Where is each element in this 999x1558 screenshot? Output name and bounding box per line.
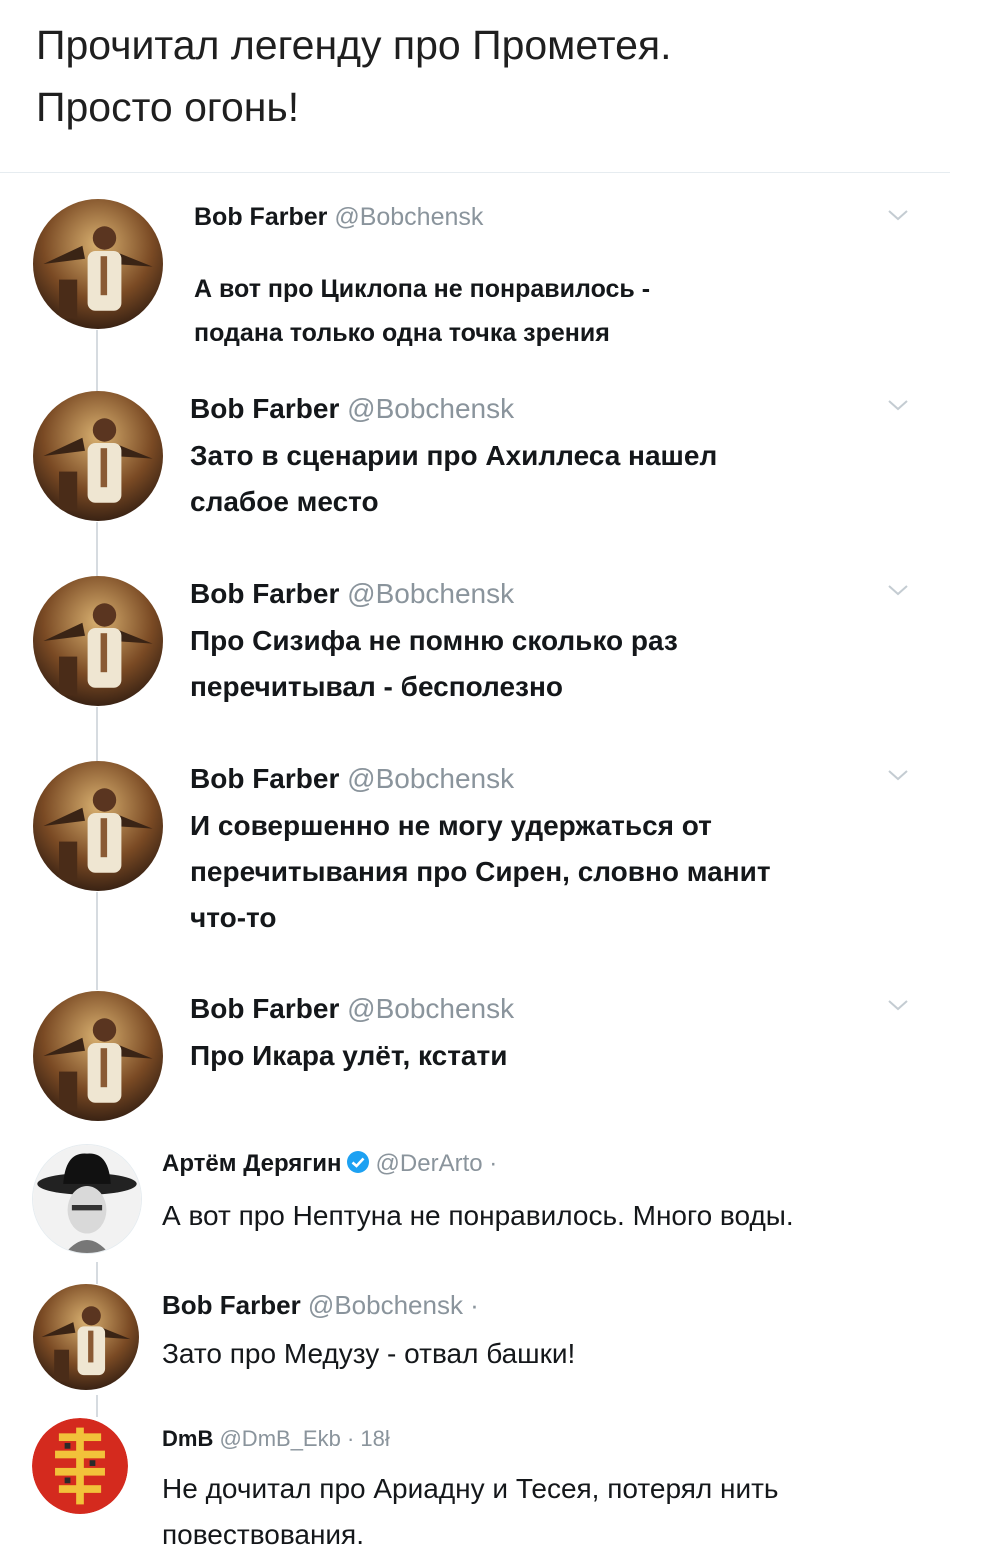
reply-text: Зато в сценарии про Ахиллеса нашел слабо… (190, 433, 717, 525)
chevron-down-icon[interactable] (887, 999, 909, 1011)
reply-text-line: повествования. (162, 1519, 365, 1550)
author-name[interactable]: Артём Дерягин (162, 1150, 342, 1177)
avatar-cowboy-icon[interactable] (32, 1144, 142, 1254)
chevron-down-icon[interactable] (887, 584, 909, 596)
reply-text-line: И совершенно не могу удержаться от (190, 810, 712, 841)
reply-text: Про Икара улёт, кстати (190, 1033, 507, 1079)
avatar-photo-icon[interactable] (33, 991, 163, 1121)
chevron-down-icon[interactable] (887, 209, 909, 221)
avatar-photo-icon[interactable] (33, 391, 163, 521)
reply-text-line: А вот про Циклопа не понравилось - (194, 275, 651, 303)
chevron-down-icon[interactable] (887, 399, 909, 411)
author-handle[interactable]: @DerArto · (376, 1150, 498, 1177)
reply-text-line: подана только одна точка зрения (194, 319, 610, 347)
avatar-photo-icon[interactable] (33, 199, 163, 329)
reply-text-line: А вот про Нептуна не понравилось. Много … (162, 1200, 794, 1231)
verified-badge-icon (346, 1151, 369, 1173)
reply-text: Не дочитал про Ариадну и Тесея, потерял … (162, 1466, 779, 1558)
reply-text: И совершенно не могу удержаться от переч… (190, 803, 771, 941)
chevron-down-icon[interactable] (887, 769, 909, 781)
thread-line (96, 1395, 98, 1417)
reply-text-line: Не дочитал про Ариадну и Тесея, потерял … (162, 1473, 779, 1504)
author-name[interactable]: DmB (162, 1426, 213, 1451)
author-name[interactable]: Bob Farber (190, 993, 339, 1024)
reply-text: Зато про Медузу - отвал башки! (162, 1332, 575, 1376)
author-name[interactable]: Bob Farber (190, 393, 339, 424)
reply-text: А вот про Циклопа не понравилось - подан… (194, 267, 650, 355)
author-name[interactable]: Bob Farber (190, 578, 339, 609)
author-handle[interactable]: @Bobchensk (347, 763, 514, 794)
thread-line (96, 892, 98, 990)
author-handle[interactable]: @Bobchensk (334, 203, 483, 231)
main-tweet-line-2: Просто огонь! (36, 84, 300, 130)
reply-text-line: слабое место (190, 486, 379, 517)
thread-line (96, 1262, 98, 1284)
author-handle[interactable]: @Bobchensk · (308, 1290, 479, 1320)
reply-text: А вот про Нептуна не понравилось. Много … (162, 1194, 794, 1238)
reply-text-line: что-то (190, 902, 277, 933)
reply-text-line: перечитывал - бесполезно (190, 671, 563, 702)
divider (0, 172, 950, 173)
avatar-photo-icon[interactable] (33, 761, 163, 891)
author-handle[interactable]: @DmB_Ekb · 18ł (219, 1426, 389, 1451)
reply-text-line: Зато в сценарии про Ахиллеса нашел (190, 440, 718, 471)
author-name[interactable]: Bob Farber (162, 1290, 301, 1320)
author-handle[interactable]: @Bobchensk (347, 993, 514, 1024)
avatar-photo-icon[interactable] (33, 576, 163, 706)
author-handle[interactable]: @Bobchensk (347, 393, 514, 424)
thread-line (96, 707, 98, 764)
reply-text-line: Про Сизифа не помню сколько раз (190, 625, 678, 656)
thread-line (96, 522, 98, 580)
author-handle[interactable]: @Bobchensk (347, 578, 514, 609)
reply-text-line: Зато про Медузу - отвал башки! (162, 1338, 576, 1369)
reply-text-line: Про Икара улёт, кстати (190, 1040, 508, 1071)
author-name[interactable]: Bob Farber (194, 203, 327, 231)
avatar-photo-icon[interactable] (33, 1284, 139, 1390)
author-name[interactable]: Bob Farber (190, 763, 339, 794)
main-tweet-text: Прочитал легенду про Прометея. Просто ог… (36, 14, 672, 138)
reply-text: Про Сизифа не помню сколько раз перечиты… (190, 618, 678, 710)
reply-text-line: перечитывания про Сирен, словно манит (190, 856, 771, 887)
main-tweet-line-1: Прочитал легенду про Прометея. (36, 22, 672, 68)
thread-line (96, 330, 98, 392)
avatar-emblem-icon[interactable] (32, 1418, 128, 1514)
